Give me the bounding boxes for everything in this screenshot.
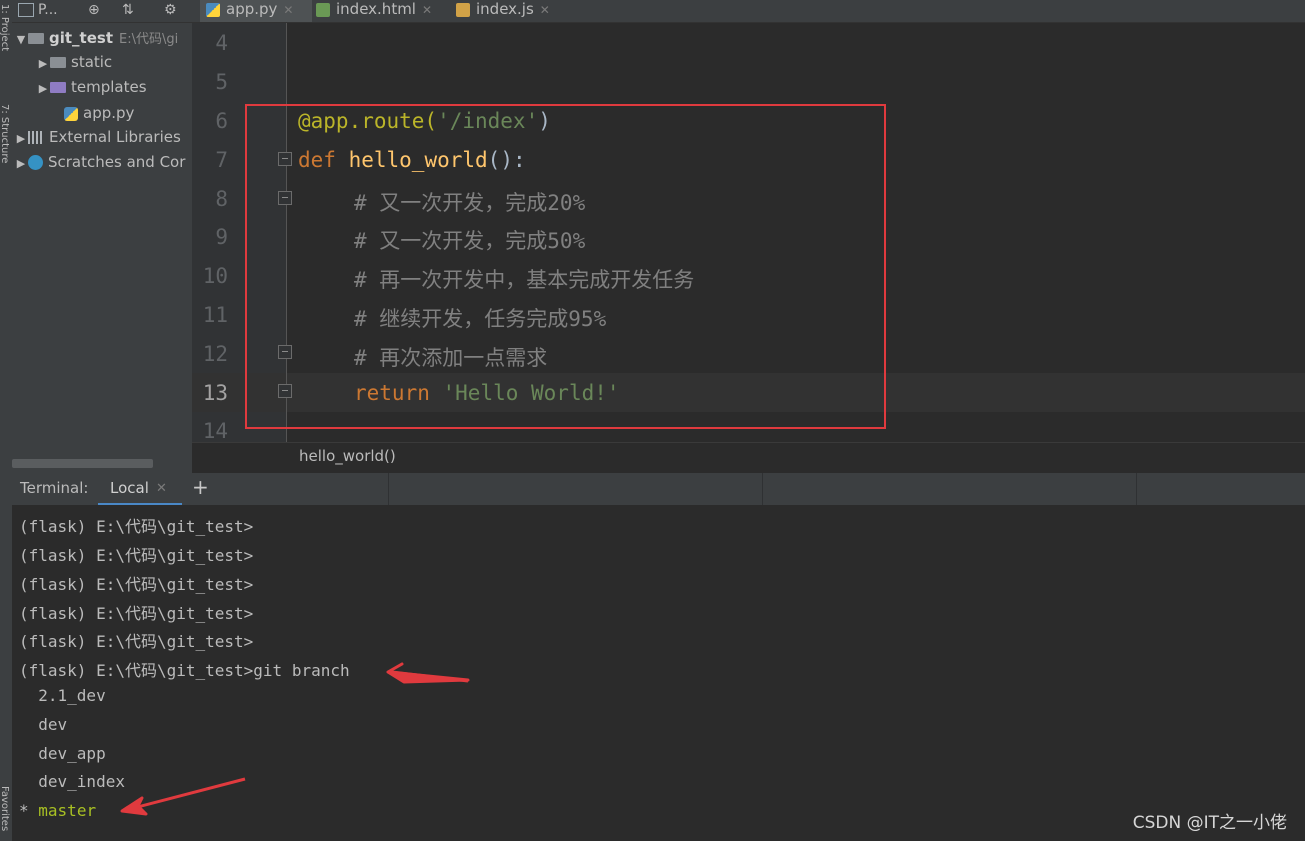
tree-item-label: app.py bbox=[83, 104, 135, 122]
terminal-line: dev_index bbox=[19, 772, 125, 791]
terminal-line-current-branch: * master bbox=[19, 801, 96, 820]
project-toolbar: P... ⊕ ⇅ ⚙ bbox=[12, 0, 192, 23]
templates-folder-icon bbox=[50, 82, 66, 93]
collapse-all-icon[interactable]: ⇅ bbox=[122, 0, 134, 22]
terminal-line: (flask) E:\代码\git_test>git branch bbox=[19, 661, 350, 680]
tab-label: index.html bbox=[336, 0, 416, 18]
libraries-icon bbox=[28, 131, 44, 144]
python-file-icon bbox=[206, 2, 220, 17]
html-file-icon bbox=[316, 2, 330, 17]
tab-label: index.js bbox=[476, 0, 534, 18]
locate-icon[interactable]: ⊕ bbox=[88, 0, 100, 22]
chevron-right-icon[interactable]: ▶ bbox=[14, 152, 28, 176]
tree-item-label: templates bbox=[71, 78, 147, 96]
header-divider bbox=[388, 473, 389, 505]
current-line-number: 13 bbox=[202, 381, 228, 405]
close-icon[interactable]: ✕ bbox=[156, 481, 167, 496]
tree-item-label: git_test bbox=[49, 29, 113, 47]
tree-item-path: E:\代码\gi bbox=[119, 32, 179, 47]
terminal-line: (flask) E:\代码\git_test> bbox=[19, 546, 254, 565]
project-tool-label[interactable]: 1: Project bbox=[0, 4, 10, 51]
tree-item-label: static bbox=[71, 53, 113, 71]
project-panel: P... ⊕ ⇅ ⚙ ▼ git_test E:\代码\gi ▶ static ▶ te… bbox=[12, 0, 192, 470]
terminal-line: dev_app bbox=[19, 744, 106, 763]
chevron-down-icon[interactable]: ▼ bbox=[14, 28, 28, 52]
current-branch-name: master bbox=[38, 801, 97, 820]
current-branch-marker: * bbox=[19, 801, 29, 820]
close-icon[interactable]: ✕ bbox=[540, 3, 550, 17]
python-file-icon bbox=[64, 106, 78, 121]
scratches-icon bbox=[28, 155, 43, 170]
breadcrumb-item[interactable]: hello_world() bbox=[299, 447, 396, 465]
terminal-line: dev bbox=[19, 715, 68, 734]
tree-item-git-test[interactable]: ▼ git_test E:\代码\gi bbox=[14, 26, 178, 50]
header-divider bbox=[1136, 473, 1137, 505]
project-horizontal-scrollbar[interactable] bbox=[12, 459, 153, 468]
terminal-line: (flask) E:\代码\git_test> bbox=[19, 632, 254, 651]
project-view-selector[interactable]: P... bbox=[18, 0, 58, 22]
folder-icon bbox=[50, 57, 66, 68]
close-icon[interactable]: ✕ bbox=[283, 3, 293, 17]
terminal-line: (flask) E:\代码\git_test> bbox=[19, 517, 254, 536]
tree-item-static[interactable]: ▶ static bbox=[36, 50, 112, 74]
terminal-line: (flask) E:\代码\git_test> bbox=[19, 604, 254, 623]
annotation-highlight-box bbox=[245, 104, 886, 429]
new-terminal-button[interactable]: + bbox=[192, 475, 209, 499]
close-icon[interactable]: ✕ bbox=[422, 3, 432, 17]
tab-index-js[interactable]: index.js ✕ bbox=[456, 0, 566, 22]
chevron-right-icon[interactable]: ▶ bbox=[36, 77, 50, 101]
header-divider bbox=[762, 473, 763, 505]
terminal-title: Terminal: bbox=[20, 479, 89, 497]
chevron-right-icon[interactable]: ▶ bbox=[36, 52, 50, 76]
terminal-header: Terminal: Local ✕ + bbox=[12, 473, 1305, 506]
tree-item-templates[interactable]: ▶ templates bbox=[36, 75, 147, 99]
tree-item-app-py[interactable]: app.py bbox=[64, 101, 134, 125]
terminal-tab-local[interactable]: Local ✕ bbox=[98, 473, 182, 506]
tree-item-label: External Libraries bbox=[49, 128, 181, 146]
structure-tool-label[interactable]: 7: Structure bbox=[0, 104, 10, 163]
tab-label: app.py bbox=[226, 0, 278, 18]
tree-item-external-libraries[interactable]: ▶ External Libraries bbox=[14, 125, 181, 149]
terminal-line: 2.1_dev bbox=[19, 686, 106, 705]
terminal-tab-label: Local bbox=[110, 479, 149, 497]
tree-item-label: Scratches and Cor bbox=[48, 153, 186, 171]
js-file-icon bbox=[456, 2, 470, 17]
tree-item-scratches[interactable]: ▶ Scratches and Cor bbox=[14, 150, 186, 176]
folder-icon bbox=[28, 33, 44, 44]
project-view-icon bbox=[18, 3, 34, 17]
terminal-line: (flask) E:\代码\git_test> bbox=[19, 575, 254, 594]
chevron-right-icon[interactable]: ▶ bbox=[14, 127, 28, 151]
tab-app-py[interactable]: app.py ✕ bbox=[200, 0, 312, 22]
tab-index-html[interactable]: index.html ✕ bbox=[316, 0, 444, 22]
gear-icon[interactable]: ⚙ bbox=[164, 0, 177, 22]
watermark: CSDN @IT之一小佬 bbox=[1132, 813, 1287, 833]
editor-tab-bar: app.py ✕ index.html ✕ index.js ✕ bbox=[192, 0, 1305, 23]
favorites-tool-label[interactable]: Favorites bbox=[0, 786, 10, 831]
terminal-output[interactable]: (flask) E:\代码\git_test> (flask) E:\代码\gi… bbox=[12, 505, 1305, 841]
breadcrumb: hello_world() bbox=[192, 442, 1305, 472]
